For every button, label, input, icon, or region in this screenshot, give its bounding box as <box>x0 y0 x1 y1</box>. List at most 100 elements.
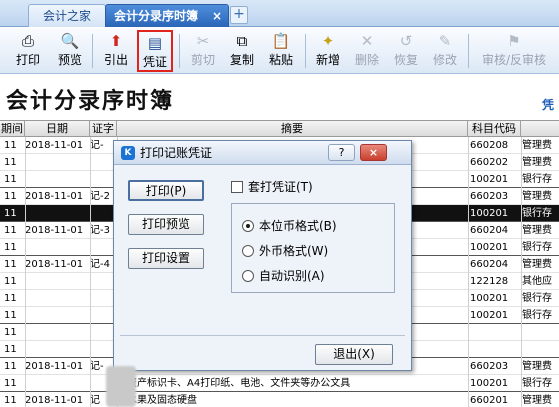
copy-button[interactable]: ⧉ 复制 <box>222 30 262 72</box>
cell-acct: 银行存 <box>522 174 552 185</box>
overprint-label: 套打凭证(T) <box>248 180 313 194</box>
cell-summary: 买水果及固态硬盘 <box>117 395 197 406</box>
cell-summary: 买资产标识卡、A4打印纸、电池、文件夹等办公文具 <box>117 378 351 389</box>
radio-dot[interactable] <box>242 245 254 257</box>
header-account-code[interactable]: 科目代码 <box>468 121 521 137</box>
cell-code: 100201 <box>470 242 509 253</box>
toolbar-separator <box>179 34 180 68</box>
cut-label: 剪切 <box>190 53 215 67</box>
close-button[interactable]: × <box>360 144 387 161</box>
table-row[interactable]: 11 买资产标识卡、A4打印纸、电池、文件夹等办公文具 100201 银行存 <box>0 375 559 392</box>
cell-period: 11 <box>4 191 17 202</box>
cell-period: 11 <box>4 140 17 151</box>
new-tab-button[interactable]: + <box>230 6 248 24</box>
cell-date: 2018-11-01 <box>25 259 84 270</box>
restore-label: 恢复 <box>393 53 418 67</box>
cell-period: 11 <box>4 361 17 372</box>
dialog-title: 打印记账凭证 <box>140 146 213 160</box>
dialog-title-bar: K 打印记账凭证 ? × <box>114 141 411 165</box>
help-button[interactable]: ? <box>328 144 355 161</box>
column-divider <box>25 137 26 407</box>
column-divider <box>521 137 522 407</box>
cell-code: 660203 <box>470 191 509 202</box>
cell-code: 100201 <box>470 174 509 185</box>
restore-button[interactable]: ↺ 恢复 <box>386 30 426 72</box>
header-summary[interactable]: 摘要 <box>117 121 468 137</box>
cell-date <box>25 171 91 188</box>
cell-period: 11 <box>4 395 17 406</box>
checkbox-box[interactable] <box>231 181 243 193</box>
radio-label: 外币格式(W) <box>259 244 329 258</box>
cell-code: 100201 <box>470 378 509 389</box>
voucher-label: 凭证 <box>142 55 167 69</box>
delete-label: 删除 <box>354 53 379 67</box>
cell-code: 660204 <box>470 259 509 270</box>
radio-local-currency[interactable]: 本位币格式(B) <box>242 219 337 233</box>
dialog-divider <box>120 335 405 336</box>
table-row[interactable]: 11 2018-11-01 记买水果及固态硬盘 660201 管理费 <box>0 392 559 407</box>
restore-icon: ↺ <box>399 32 413 50</box>
export-button[interactable]: ⬆ 引出 <box>96 30 136 72</box>
cell-date: 2018-11-01 <box>25 395 84 406</box>
voucher-print-button[interactable]: ▤ 凭证 <box>137 30 173 72</box>
add-button[interactable]: ✦ 新增 <box>308 30 348 72</box>
toolbar-separator <box>468 34 469 68</box>
toolbar-separator <box>305 34 306 68</box>
modify-label: 修改 <box>432 53 457 67</box>
tab-journal[interactable]: 会计分录序时簿 × <box>105 4 229 27</box>
audit-label: 审核/反审核 <box>481 53 547 67</box>
toolbar-separator <box>92 34 93 68</box>
cell-period: 11 <box>4 293 17 304</box>
modify-icon: ✎ <box>438 32 452 50</box>
cell-period: 11 <box>4 225 17 236</box>
radio-dot[interactable] <box>242 270 254 282</box>
cell-date <box>25 239 91 256</box>
cell-period: 11 <box>4 208 17 219</box>
cell-acct: 银行存 <box>522 208 552 219</box>
copy-label: 复制 <box>229 53 254 67</box>
cell-date: 2018-11-01 <box>25 140 84 151</box>
preview-button[interactable]: 🔍 预览 <box>50 30 90 72</box>
audit-icon: ⚑ <box>507 32 521 50</box>
cell-acct: 银行存 <box>522 293 552 304</box>
audit-button[interactable]: ⚑ 审核/反审核 <box>472 30 556 72</box>
header-date[interactable]: 日期 <box>25 121 90 137</box>
cut-button[interactable]: ✂ 剪切 <box>183 30 223 72</box>
preview-icon: 🔍 <box>60 32 80 50</box>
header-period[interactable]: 期间 <box>0 121 25 137</box>
print-button[interactable]: 打印(P) <box>128 180 204 201</box>
cell-acct: 银行存 <box>522 242 552 253</box>
cell-acct: 银行存 <box>522 310 552 321</box>
print-label: 打印 <box>15 53 40 67</box>
tab-accounting-home[interactable]: 会计之家 <box>28 4 106 27</box>
preview-label: 预览 <box>57 53 82 67</box>
cell-date <box>25 273 91 290</box>
cell-acct: 管理费 <box>522 140 552 151</box>
tab-bar: 会计之家 会计分录序时簿 × + <box>0 0 559 27</box>
delete-button[interactable]: ✕ 删除 <box>347 30 387 72</box>
overprint-checkbox[interactable]: 套打凭证(T) <box>231 180 313 194</box>
radio-auto-detect[interactable]: 自动识别(A) <box>242 269 325 283</box>
cell-acct: 银行存 <box>522 378 552 389</box>
print-button[interactable]: ⎙ 打印 <box>8 30 48 72</box>
cell-code: 660208 <box>470 140 509 151</box>
cell-date <box>25 290 91 307</box>
exit-button[interactable]: 退出(X) <box>315 344 393 365</box>
header-voucher-no[interactable]: 证字 <box>90 121 117 137</box>
voucher-print-icon: ▤ <box>147 34 163 52</box>
cell-code: 122128 <box>470 276 509 287</box>
radio-label: 自动识别(A) <box>259 269 325 283</box>
radio-foreign-currency[interactable]: 外币格式(W) <box>242 244 328 258</box>
voucher-link[interactable]: 凭 <box>542 96 554 113</box>
paste-button[interactable]: 📋 粘贴 <box>261 30 301 72</box>
modify-button[interactable]: ✎ 修改 <box>425 30 465 72</box>
tab-close-icon[interactable]: × <box>212 5 222 27</box>
print-preview-button[interactable]: 打印预览 <box>128 214 204 235</box>
radio-dot[interactable] <box>242 220 254 232</box>
cell-code: 100201 <box>470 208 509 219</box>
cell-code: 100201 <box>470 293 509 304</box>
print-setup-button[interactable]: 打印设置 <box>128 248 204 269</box>
cell-acct: 其他应 <box>522 276 552 287</box>
page-title: 会计分录序时簿 <box>6 89 175 114</box>
cell-code: 660201 <box>470 395 509 406</box>
